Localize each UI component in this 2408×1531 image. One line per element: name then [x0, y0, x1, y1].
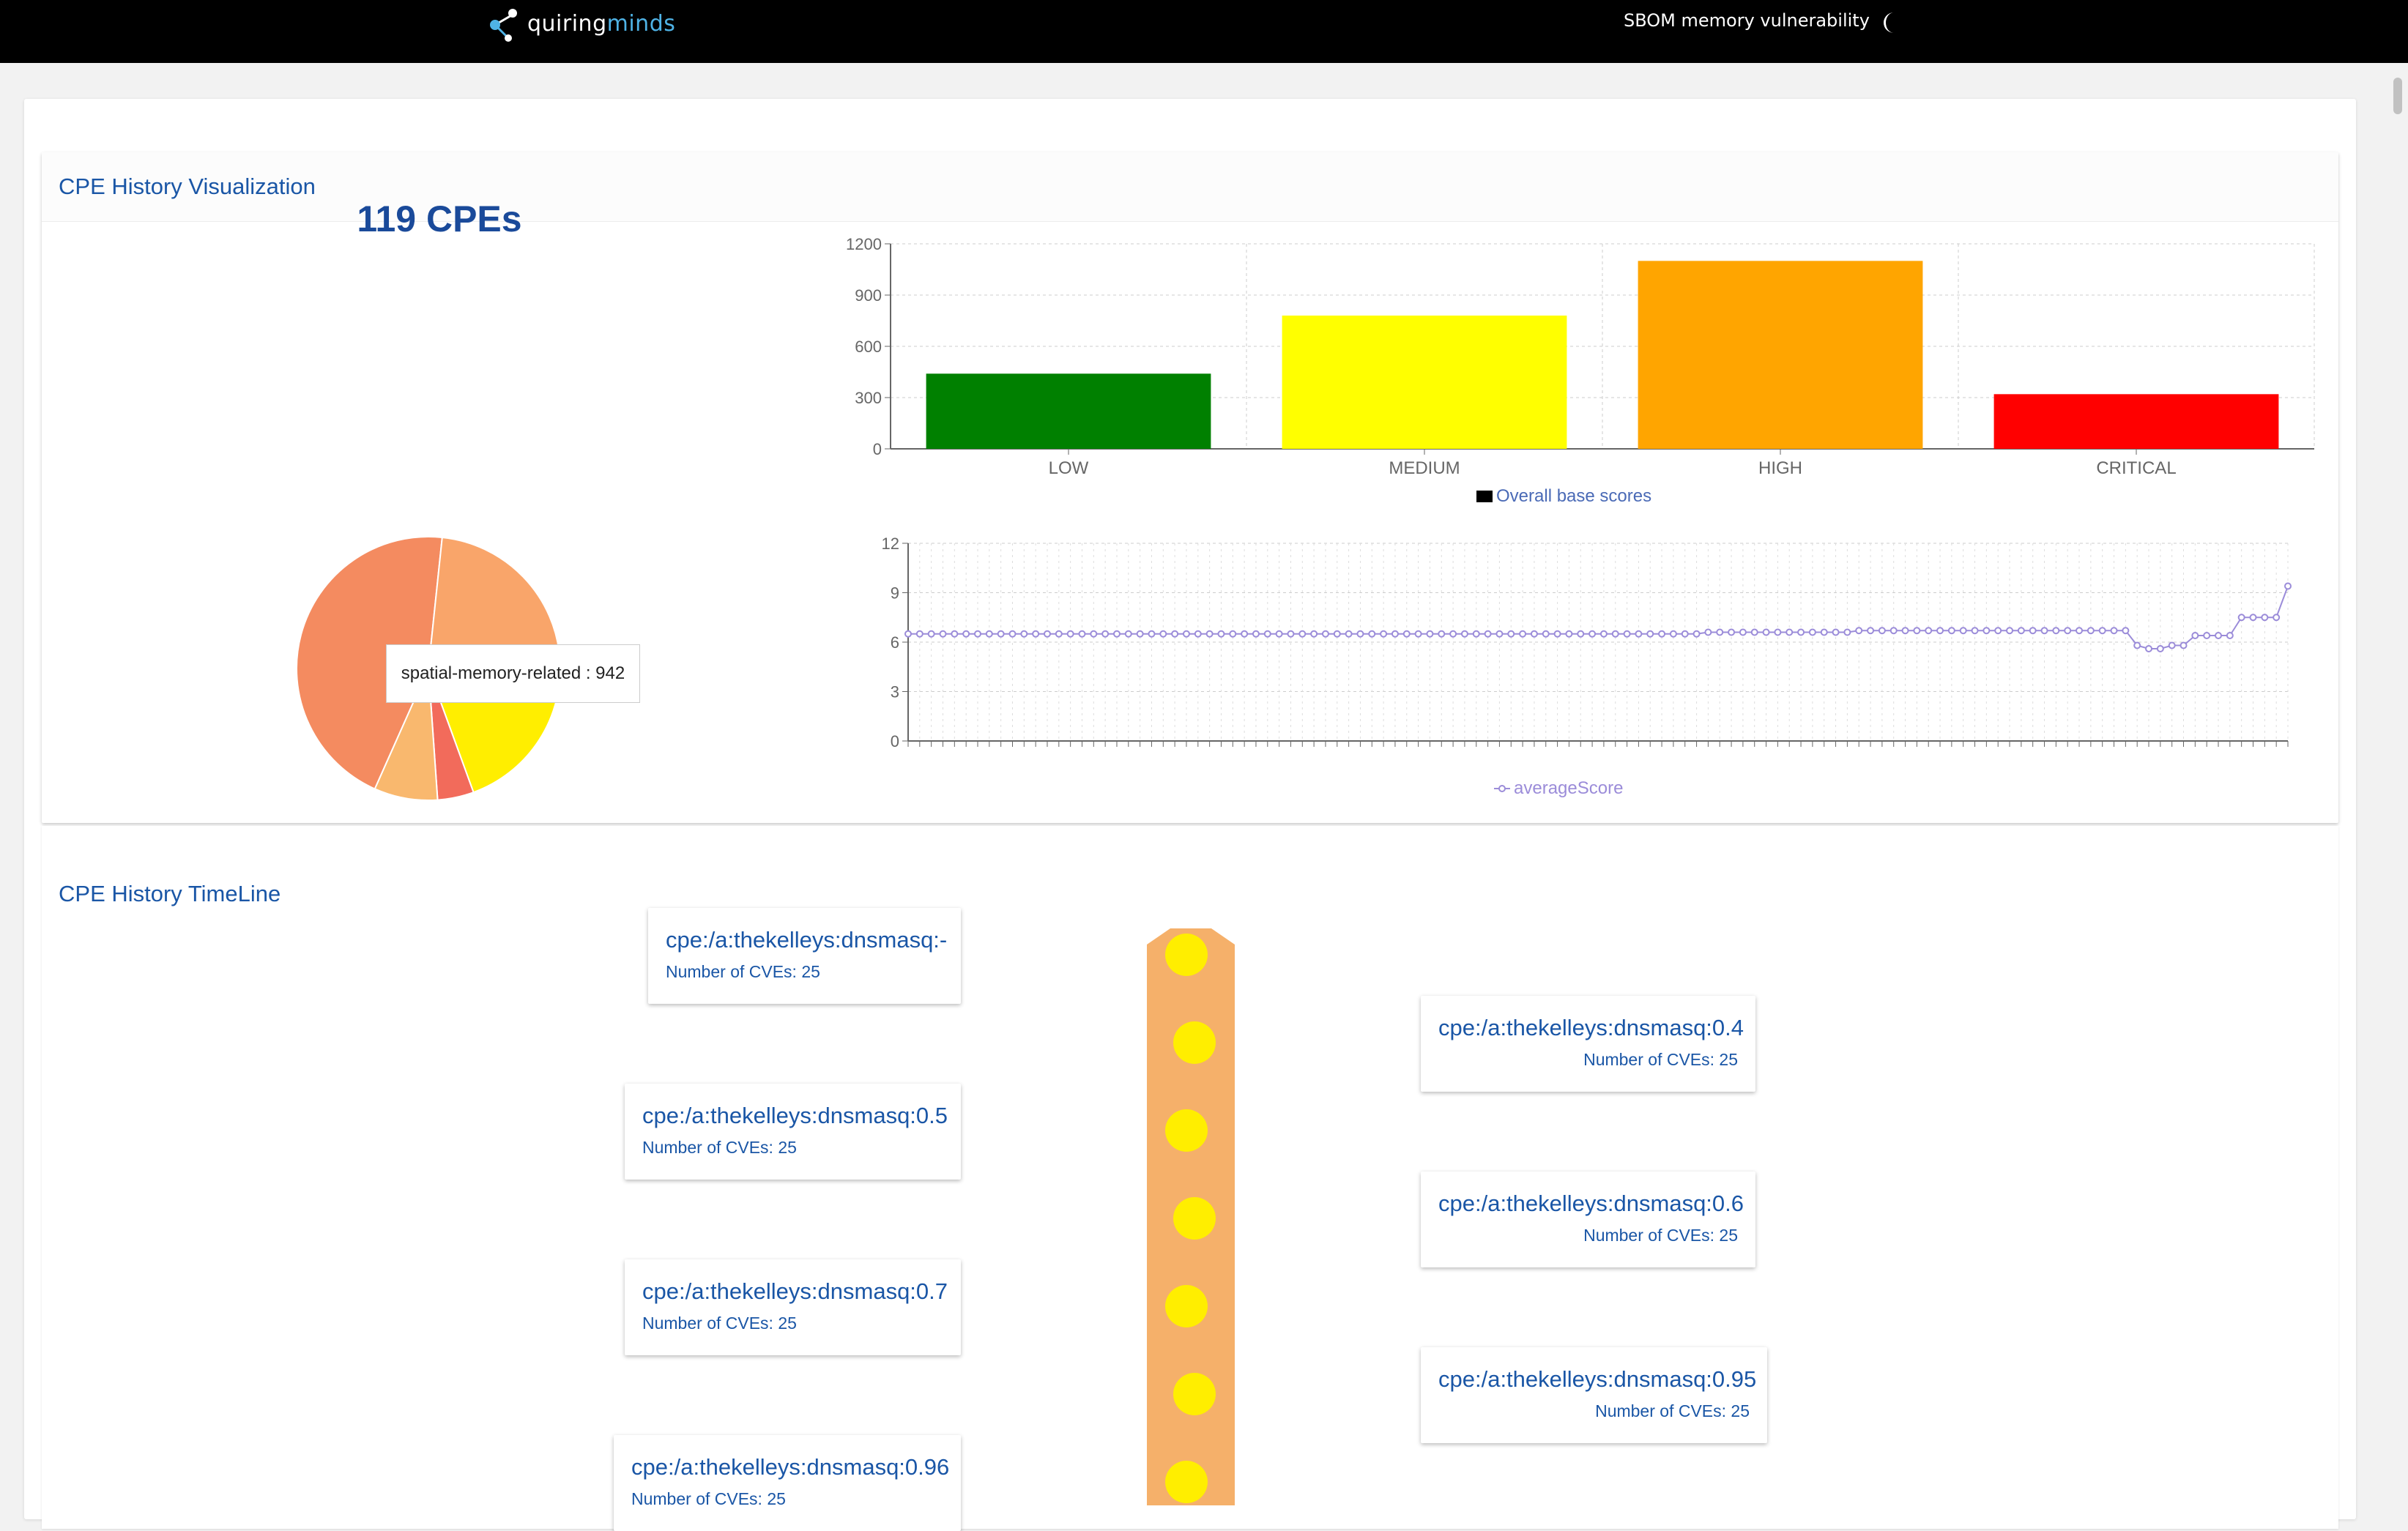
timeline-title: CPE History TimeLine	[59, 881, 281, 906]
timeline-item-cve-count: Number of CVEs: 25	[1595, 1401, 1750, 1420]
cpe-count: 119 CPEs	[357, 198, 522, 239]
moon-icon[interactable]	[1879, 10, 1904, 35]
visualization-title: CPE History Visualization	[59, 174, 316, 199]
timeline-dot	[1165, 1285, 1208, 1327]
scrollbar-thumb[interactable]	[2393, 78, 2402, 114]
timeline-item[interactable]: cpe:/a:thekelleys:dnsmasq:- Number of CV…	[648, 908, 961, 1004]
brand-logo[interactable]: quiringminds	[483, 3, 675, 44]
timeline-dot	[1173, 1197, 1216, 1240]
logo-icon	[483, 3, 527, 44]
timeline-item[interactable]: cpe:/a:thekelleys:dnsmasq:0.7 Number of …	[625, 1259, 961, 1355]
timeline-item-cve-count: Number of CVEs: 25	[642, 1314, 797, 1333]
timeline-dot	[1165, 934, 1208, 976]
timeline-item[interactable]: cpe:/a:thekelleys:dnsmasq:0.95 Number of…	[1421, 1347, 1767, 1443]
pie-tooltip: spatial-memory-related : 942	[386, 644, 640, 703]
timeline-item-title: cpe:/a:thekelleys:dnsmasq:0.96	[631, 1454, 950, 1480]
timeline-item-cve-count: Number of CVEs: 25	[642, 1138, 797, 1157]
timeline-item-cve-count: Number of CVEs: 25	[1583, 1050, 1738, 1069]
brand-name: quiringminds	[527, 11, 675, 37]
brand-quiring: quiring	[527, 10, 607, 37]
timeline-item-cve-count: Number of CVEs: 25	[1583, 1226, 1738, 1245]
timeline-dot	[1173, 1021, 1216, 1064]
timeline-item[interactable]: cpe:/a:thekelleys:dnsmasq:0.5 Number of …	[625, 1084, 961, 1180]
page-scrollbar[interactable]	[2387, 63, 2408, 1505]
timeline-item-title: cpe:/a:thekelleys:dnsmasq:0.5	[642, 1103, 948, 1128]
timeline-item[interactable]: cpe:/a:thekelleys:dnsmasq:0.4 Number of …	[1421, 996, 1755, 1092]
timeline-item-cve-count: Number of CVEs: 25	[631, 1489, 786, 1508]
timeline-item-title: cpe:/a:thekelleys:dnsmasq:0.7	[642, 1278, 948, 1304]
timeline-dot	[1165, 1109, 1208, 1152]
timeline-dot	[1165, 1461, 1208, 1503]
timeline-item-cve-count: Number of CVEs: 25	[666, 962, 820, 981]
visualization-card	[42, 152, 2338, 823]
timeline-item[interactable]: cpe:/a:thekelleys:dnsmasq:0.6 Number of …	[1421, 1171, 1755, 1267]
timeline-dot	[1173, 1373, 1216, 1415]
brand-minds: minds	[606, 10, 676, 37]
timeline-item-title: cpe:/a:thekelleys:dnsmasq:0.6	[1438, 1191, 1744, 1216]
timeline-item-title: cpe:/a:thekelleys:dnsmasq:-	[666, 927, 948, 953]
timeline-item-title: cpe:/a:thekelleys:dnsmasq:0.4	[1438, 1015, 1744, 1040]
top-bar: quiringminds SBOM memory vulnerability	[0, 0, 2408, 63]
timeline-item-title: cpe:/a:thekelleys:dnsmasq:0.95	[1438, 1366, 1757, 1392]
app-title: SBOM memory vulnerability	[1624, 10, 1870, 31]
timeline-item[interactable]: cpe:/a:thekelleys:dnsmasq:0.96 Number of…	[614, 1435, 961, 1531]
